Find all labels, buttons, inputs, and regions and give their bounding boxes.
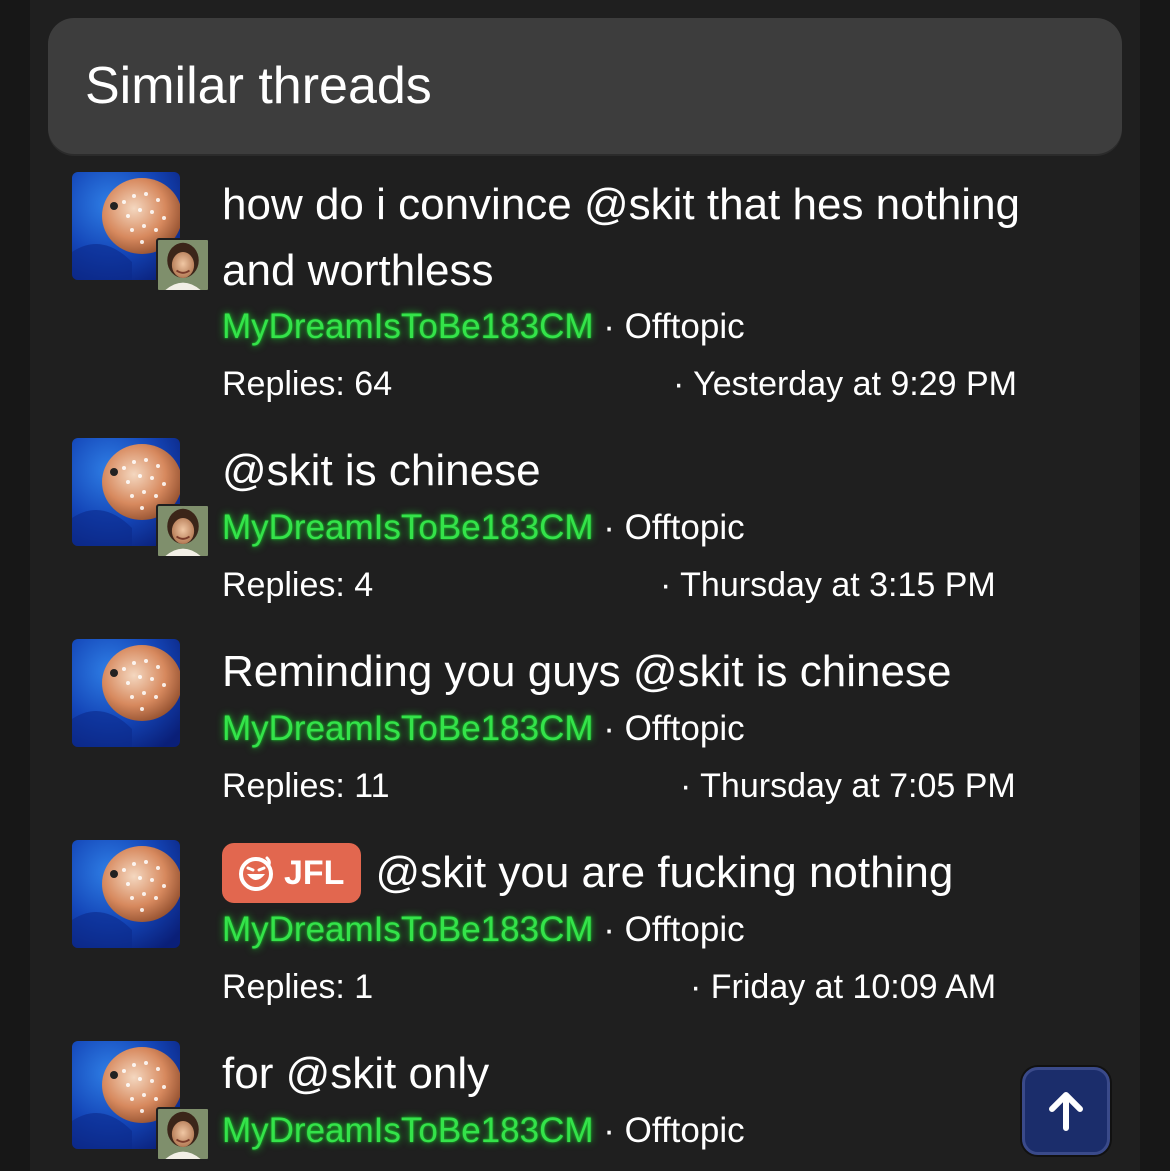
author-link[interactable]: MyDreamIsToBe183CM	[222, 709, 594, 748]
pufferfish-avatar-icon[interactable]	[72, 840, 180, 948]
thread-meta: MyDreamIsToBe183CM · Offtopic	[222, 305, 745, 349]
user-photo-icon[interactable]	[156, 504, 210, 558]
avatar-group	[72, 840, 212, 962]
prefix-label[interactable]: JFL	[222, 843, 362, 903]
thread-meta: MyDreamIsToBe183CM · Offtopic	[222, 1109, 745, 1153]
thread-title-link[interactable]: how do i convince @skit that hes nothing…	[222, 172, 1072, 304]
scroll-to-top-button[interactable]	[1022, 1067, 1110, 1155]
laughing-face-icon	[239, 856, 273, 891]
user-photo-icon[interactable]	[156, 238, 210, 292]
thread-title-link[interactable]: Reminding you guys @skit is chinese	[222, 639, 1072, 705]
user-photo-icon[interactable]	[156, 1107, 210, 1161]
meta-separator: ·	[603, 307, 615, 346]
forum-link[interactable]: Offtopic	[625, 910, 745, 949]
last-post-date[interactable]: · Friday at 10:09 AM	[690, 965, 996, 1009]
thread-title-text: @skit you are fucking nothing	[375, 848, 954, 897]
thread-meta: MyDreamIsToBe183CM · Offtopic	[222, 908, 745, 952]
avatar-group	[72, 639, 212, 761]
meta-separator: ·	[603, 910, 615, 949]
section-title: Similar threads	[85, 57, 432, 115]
prefix-text: JFL	[284, 854, 345, 892]
meta-separator: ·	[603, 1111, 615, 1150]
arrow-up-icon	[1049, 1092, 1083, 1131]
forum-link[interactable]: Offtopic	[625, 709, 745, 748]
author-link[interactable]: MyDreamIsToBe183CM	[222, 508, 594, 547]
author-link[interactable]: MyDreamIsToBe183CM	[222, 910, 594, 949]
avatar-group	[72, 438, 212, 560]
author-link[interactable]: MyDreamIsToBe183CM	[222, 1111, 594, 1150]
thread-meta: MyDreamIsToBe183CM · Offtopic	[222, 506, 745, 550]
similar-threads-header: Similar threads	[48, 18, 1122, 154]
forum-link[interactable]: Offtopic	[625, 307, 745, 346]
avatar-group	[72, 172, 212, 294]
thread-title-link[interactable]: JFL @skit you are fucking nothing	[222, 840, 1072, 906]
thread-title-link[interactable]: @skit is chinese	[222, 438, 1072, 504]
author-link[interactable]: MyDreamIsToBe183CM	[222, 307, 594, 346]
reply-count: Replies: 4	[222, 566, 374, 604]
last-post-date[interactable]: · Thursday at 7:05 PM	[680, 764, 1016, 808]
avatar-group	[72, 1041, 212, 1163]
reply-count: Replies: 64	[222, 365, 393, 403]
reply-count: Replies: 11	[222, 767, 390, 805]
reply-count: Replies: 1	[222, 968, 374, 1006]
last-post-date[interactable]: · Thursday at 3:15 PM	[660, 563, 996, 607]
forum-link[interactable]: Offtopic	[625, 1111, 745, 1150]
meta-separator: ·	[603, 709, 615, 748]
forum-link[interactable]: Offtopic	[625, 508, 745, 547]
last-post-date[interactable]: · Yesterday at 9:29 PM	[673, 362, 1017, 406]
thread-meta: MyDreamIsToBe183CM · Offtopic	[222, 707, 745, 751]
thread-title-link[interactable]: for @skit only	[222, 1041, 1072, 1107]
meta-separator: ·	[603, 508, 615, 547]
pufferfish-avatar-icon[interactable]	[72, 639, 180, 747]
